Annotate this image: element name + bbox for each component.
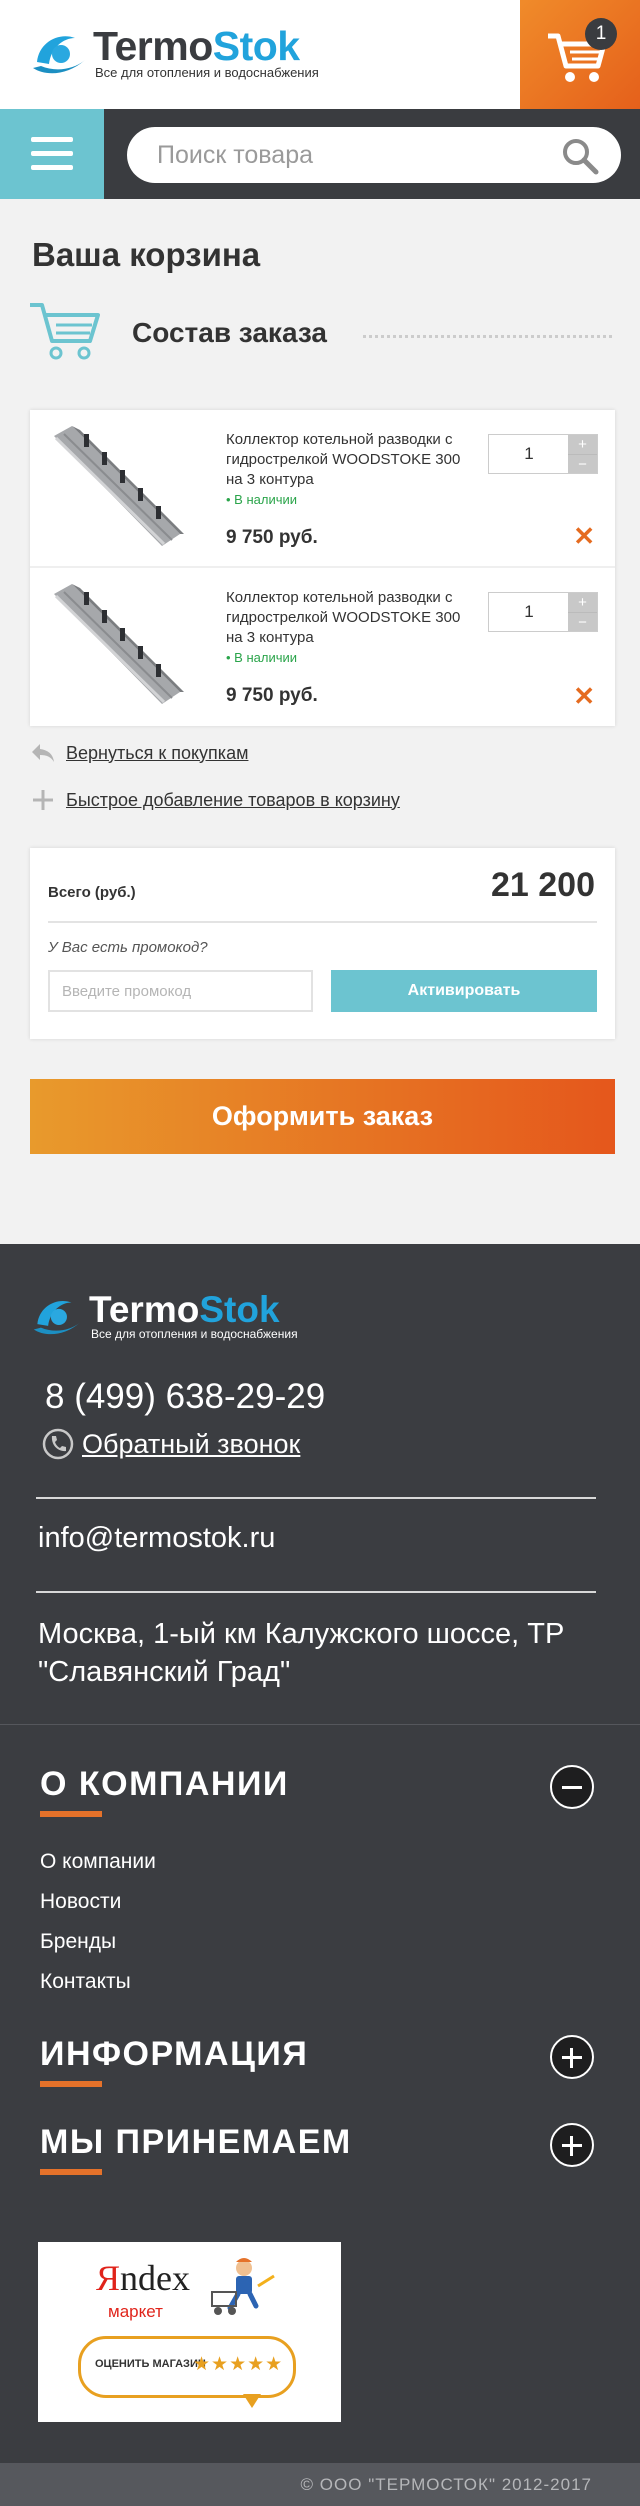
footer-link-brands[interactable]: Бренды <box>40 1922 156 1962</box>
order-summary: Всего (руб.) 21 200 У Вас есть промокод?… <box>30 848 615 1039</box>
hamburger-icon <box>31 137 73 142</box>
stock-status: • В наличии <box>226 492 297 507</box>
expand-toggle-icon[interactable] <box>550 2035 594 2079</box>
quantity-stepper: 1 + − <box>488 434 598 474</box>
search-icon[interactable] <box>561 137 599 175</box>
delivery-courier-icon <box>211 2258 275 2315</box>
total-value: 21 200 <box>491 866 595 904</box>
quantity-plus-button[interactable]: + <box>568 593 597 612</box>
section-underline <box>40 1811 102 1817</box>
phone-icon <box>42 1428 74 1460</box>
cart-outline-icon <box>30 303 100 360</box>
rating-stars-icon: ★★★★★ <box>193 2354 284 2375</box>
company-links: О компании Новости Бренды Контакты <box>40 1842 156 2002</box>
banner-brand-y: Я <box>96 2258 121 2298</box>
footer-logo[interactable]: TermoStok Все для отопления и водоснабже… <box>31 1290 298 1342</box>
footer-address: Москва, 1-ый км Калужского шоссе, ТР "Сл… <box>38 1618 565 1688</box>
quantity-stepper: 1 + − <box>488 592 598 632</box>
checkout-button[interactable]: Оформить заказ <box>30 1079 615 1154</box>
back-to-shopping: Вернуться к покупкам <box>30 742 248 764</box>
footer-section-divider <box>0 1724 640 1725</box>
logo-swoosh-icon <box>33 36 85 74</box>
hamburger-icon-line <box>31 165 73 170</box>
cart-items-list: Коллектор котельной разводки с гидростре… <box>30 410 615 726</box>
footer-phone[interactable]: 8 (499) 638-29-29 <box>45 1377 325 1417</box>
banner-market-text: маркет <box>108 2302 163 2321</box>
logo[interactable]: TermoStok Все для отопления и водоснабже… <box>31 24 319 82</box>
logo-text-termo: Termo <box>93 23 213 69</box>
footer-link-contacts[interactable]: Контакты <box>40 1962 156 2002</box>
dotted-divider <box>363 335 612 338</box>
header-cart-button[interactable]: 1 <box>520 0 640 109</box>
section-underline <box>40 2081 102 2087</box>
footer-section-title-info[interactable]: ИНФОРМАЦИЯ <box>40 2035 308 2074</box>
stock-status: • В наличии <box>226 650 297 665</box>
quantity-input[interactable]: 1 <box>489 593 569 631</box>
bubble-tail <box>243 2394 261 2408</box>
quick-add: Быстрое добавление товаров в корзину <box>30 787 400 813</box>
product-name[interactable]: Коллектор котельной разводки с гидростре… <box>226 430 476 490</box>
footer-logo-text-stok: Stok <box>199 1289 280 1330</box>
search-input[interactable] <box>157 127 537 183</box>
product-image[interactable] <box>46 580 186 712</box>
logo-text-stok: Stok <box>212 23 300 69</box>
summary-divider <box>48 921 597 923</box>
yandex-market-banner[interactable]: Яndex маркет ОЦЕНИТЬ МАГАЗИН ★★★★★ <box>38 2242 341 2422</box>
product-price: 9 750 руб. <box>226 685 318 706</box>
cart-item: Коллектор котельной разводки с гидростре… <box>30 568 615 726</box>
copyright: © ООО "ТЕРМОСТОК" 2012-2017 <box>0 2463 640 2506</box>
rate-shop-text: ОЦЕНИТЬ МАГАЗИН <box>95 2358 206 2370</box>
back-arrow-icon <box>32 744 54 762</box>
banner-brand-rest: ndex <box>120 2258 190 2298</box>
remove-item-icon[interactable]: ✕ <box>573 523 595 549</box>
cart-item: Коллектор котельной разводки с гидростре… <box>30 410 615 568</box>
collapse-toggle-icon[interactable] <box>550 1765 594 1809</box>
quick-add-link[interactable]: Быстрое добавление товаров в корзину <box>66 790 400 811</box>
footer-divider <box>36 1591 596 1593</box>
footer-logo-text-termo: Termo <box>89 1289 200 1330</box>
expand-toggle-icon[interactable] <box>550 2123 594 2167</box>
back-to-shopping-link[interactable]: Вернуться к покупкам <box>66 743 248 764</box>
logo-swoosh-icon <box>33 1301 81 1335</box>
footer-link-news[interactable]: Новости <box>40 1882 156 1922</box>
quantity-input[interactable]: 1 <box>489 435 569 473</box>
page-title: Ваша корзина <box>32 236 261 273</box>
promo-question: У Вас есть промокод? <box>48 939 208 956</box>
footer-email[interactable]: info@termostok.ru <box>38 1522 275 1555</box>
order-section-header: Состав заказа <box>28 295 612 365</box>
quantity-minus-button[interactable]: − <box>568 454 597 473</box>
product-price: 9 750 руб. <box>226 527 318 548</box>
quantity-minus-button[interactable]: − <box>568 612 597 631</box>
section-underline <box>40 2169 102 2175</box>
cart-count-badge: 1 <box>585 18 617 50</box>
footer-section-title-company[interactable]: О КОМПАНИИ <box>40 1765 289 1804</box>
remove-item-icon[interactable]: ✕ <box>573 683 595 709</box>
header: TermoStok Все для отопления и водоснабже… <box>0 0 640 109</box>
plus-icon <box>33 790 53 810</box>
footer-divider <box>36 1497 596 1499</box>
section-title: Состав заказа <box>132 317 327 348</box>
callback-link[interactable]: Обратный звонок <box>82 1429 300 1460</box>
logo-tagline: Все для отопления и водоснабжения <box>95 65 319 80</box>
promo-code-input[interactable] <box>48 970 313 1012</box>
product-image[interactable] <box>46 422 186 554</box>
activate-promo-button[interactable]: Активировать <box>331 970 597 1012</box>
hamburger-icon-line <box>31 151 73 156</box>
topbar <box>0 109 640 199</box>
search-box <box>127 127 621 183</box>
footer: TermoStok Все для отопления и водоснабже… <box>0 1244 640 2506</box>
total-label: Всего (руб.) <box>48 884 136 901</box>
rate-shop-bubble[interactable]: ОЦЕНИТЬ МАГАЗИН ★★★★★ <box>78 2336 296 2398</box>
product-name[interactable]: Коллектор котельной разводки с гидростре… <box>226 588 476 648</box>
callback: Обратный звонок <box>42 1428 300 1460</box>
footer-link-about[interactable]: О компании <box>40 1842 156 1882</box>
quantity-plus-button[interactable]: + <box>568 435 597 454</box>
menu-button[interactable] <box>0 109 104 199</box>
footer-logo-tagline: Все для отопления и водоснабжения <box>91 1327 298 1341</box>
footer-section-title-payment[interactable]: МЫ ПРИНЕМАЕМ <box>40 2123 352 2162</box>
